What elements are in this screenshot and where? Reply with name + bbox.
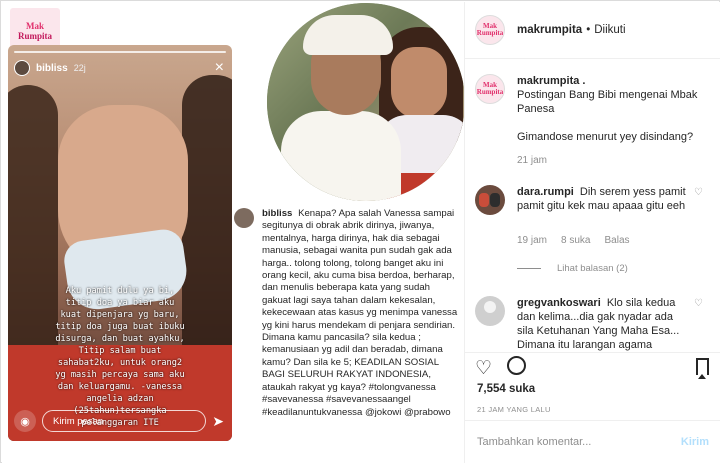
story-screenshot: bibliss 22j × Aku pamit dulu ya bi, titi…: [8, 45, 232, 441]
avatar[interactable]: [475, 185, 505, 215]
comment-username[interactable]: makrumpita .: [517, 75, 585, 87]
follow-status[interactable]: Diikuti: [594, 24, 625, 36]
reply-button[interactable]: Balas: [604, 235, 629, 246]
comment-username[interactable]: dara.rumpi: [517, 186, 574, 198]
heart-icon[interactable]: ♡: [694, 298, 703, 309]
send-icon: ➤: [212, 412, 224, 429]
comment-username[interactable]: gregvankoswari: [517, 297, 601, 309]
comment-body: dara.rumpi Dih serem yess pamit pamit gi…: [517, 185, 713, 215]
add-comment-bar: Tambahkan komentar... Kirim: [465, 420, 720, 463]
comment-text: Postingan Bang Bibi mengenai Mbak Panesa…: [517, 89, 698, 143]
story-caption: Aku pamit dulu ya bi, titip doa ya biar …: [55, 286, 185, 428]
post-image[interactable]: Mak Rumpita bibliss 22j × Aku pamit dulu…: [2, 2, 464, 463]
avatar: [234, 208, 254, 228]
camera-icon: ◉: [14, 410, 36, 432]
post-dialog: Mak Rumpita bibliss 22j × Aku pamit dulu…: [0, 0, 720, 463]
image-comment-username: bibliss: [262, 208, 293, 219]
avatar-text: Mak Rumpita: [476, 22, 504, 37]
logo-line-2: Rumpita: [17, 31, 52, 41]
avatar[interactable]: Mak Rumpita: [475, 15, 505, 45]
comment-icon[interactable]: [507, 356, 526, 375]
story-header: bibliss 22j ×: [14, 57, 224, 79]
logo-line-1: Mak: [26, 21, 44, 31]
header-username[interactable]: makrumpita: [517, 24, 582, 36]
heart-icon[interactable]: ♡: [475, 357, 492, 380]
comment-time: 21 jam: [517, 155, 548, 166]
close-icon: ×: [214, 59, 224, 76]
separator: •: [586, 24, 591, 36]
heart-icon[interactable]: ♡: [694, 187, 703, 198]
comment-time: 19 jam: [517, 235, 548, 246]
comments-list[interactable]: Mak Rumpita makrumpita . Postingan Bang …: [465, 60, 720, 352]
comment-meta: 19 jam 8 suka Balas: [517, 235, 644, 246]
image-comment: bibliss Kenapa? Apa salah Vanessa sampai…: [234, 208, 460, 419]
list-item: gregvankoswari Klo sila kedua dan kelima…: [475, 296, 713, 352]
view-replies-label: Lihat balasan (2): [557, 263, 628, 274]
story-avatar: [14, 60, 30, 76]
story-reply-field: Kirim pesan: [42, 410, 207, 432]
couple-photo: [267, 3, 464, 201]
avatar[interactable]: Mak Rumpita: [475, 74, 505, 104]
story-time: 22j: [73, 63, 86, 73]
post-date: 21 JAM YANG LALU: [477, 405, 551, 414]
comment-likes[interactable]: 8 suka: [561, 235, 590, 246]
likes-count[interactable]: 7,554 suka: [477, 383, 535, 395]
image-comment-body: Kenapa? Apa salah Vanessa sampai segitun…: [262, 208, 458, 418]
post-sidebar: Mak Rumpita makrumpita • Diikuti Mak Rum…: [464, 2, 720, 463]
list-item: Mak Rumpita makrumpita . Postingan Bang …: [475, 74, 713, 144]
story-progress-bar: [14, 51, 226, 53]
image-comment-text: bibliss Kenapa? Apa salah Vanessa sampai…: [262, 208, 460, 419]
story-username: bibliss: [36, 62, 68, 74]
post-header: Mak Rumpita makrumpita • Diikuti: [465, 2, 720, 59]
comment-input[interactable]: Tambahkan komentar...: [477, 436, 681, 448]
comment-body: gregvankoswari Klo sila kedua dan kelima…: [517, 296, 713, 352]
view-replies-button[interactable]: Lihat balasan (2): [517, 263, 628, 274]
post-comment-button[interactable]: Kirim: [681, 436, 709, 448]
story-footer: ◉ Kirim pesan ➤: [14, 409, 224, 433]
avatar[interactable]: [475, 296, 505, 326]
bookmark-icon[interactable]: [696, 358, 709, 379]
comment-body: makrumpita . Postingan Bang Bibi mengena…: [517, 74, 713, 144]
avatar-text: Mak Rumpita: [476, 81, 504, 96]
list-item: dara.rumpi Dih serem yess pamit pamit gi…: [475, 185, 713, 215]
